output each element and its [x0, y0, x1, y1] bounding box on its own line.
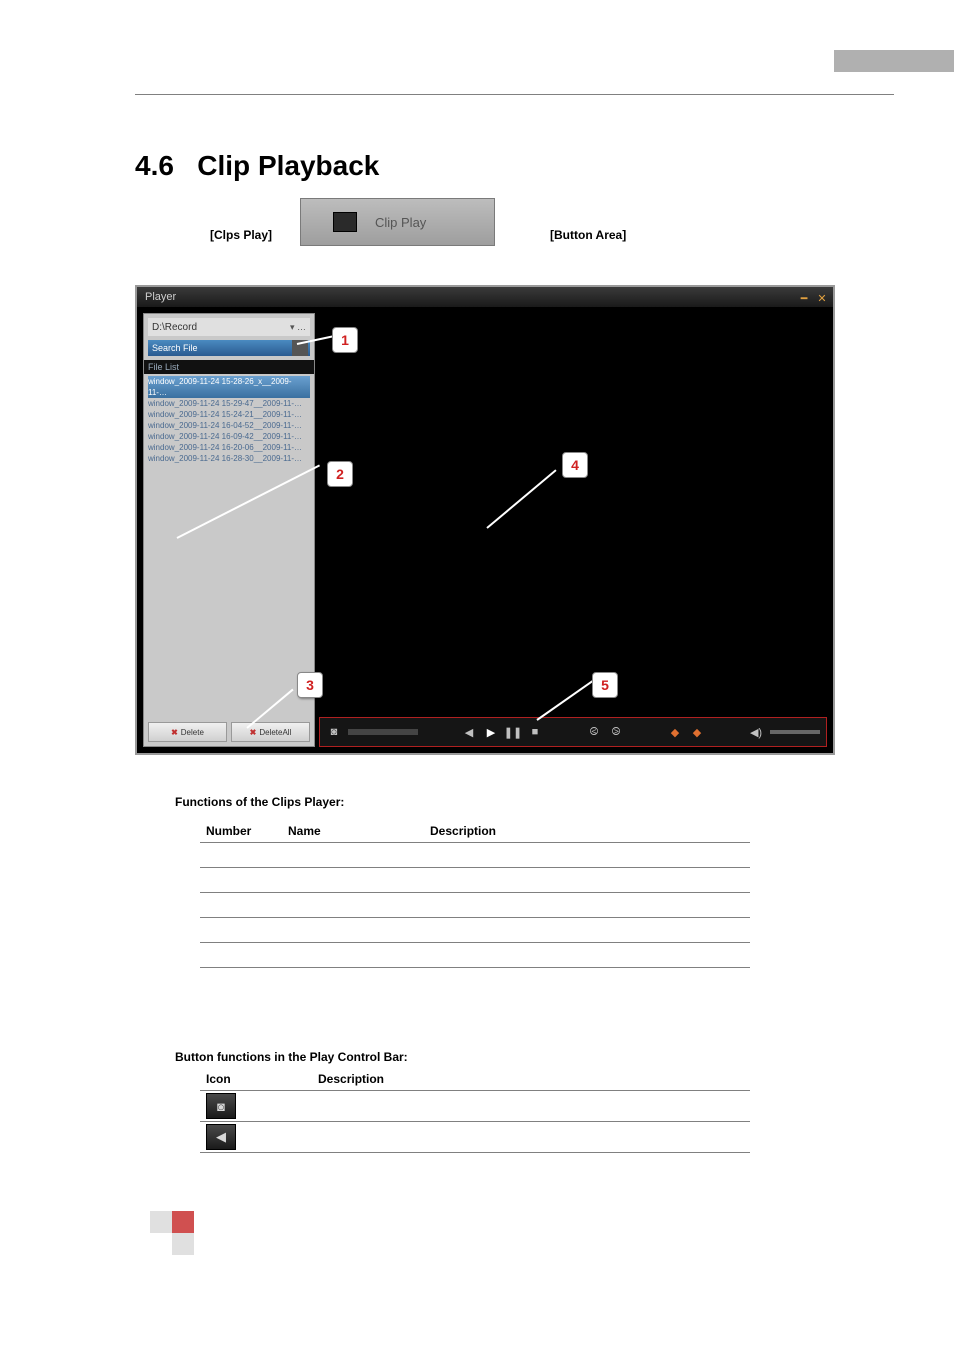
list-item[interactable]: window_2009-11-24 15-24-21__2009-11-… — [148, 409, 310, 420]
button-functions-caption: Button functions in the Play Control Bar… — [175, 1050, 408, 1064]
callout-3: 3 — [297, 672, 323, 698]
player-window: Player ━ ✕ D:\Record ▾ … Search File Fil… — [135, 285, 835, 755]
col-name: Name — [282, 820, 424, 843]
frame-fwd-icon[interactable]: ⧁ — [608, 724, 624, 740]
browse-button[interactable]: ▾ … — [290, 322, 306, 333]
table-row: ◀ Play Reverse. Click again to stop. — [200, 1122, 750, 1153]
progress-bar[interactable] — [348, 729, 418, 735]
sidebar-bottom-buttons: ✖Delete ✖DeleteAll — [148, 722, 310, 742]
clips-play-right-label: [Button Area] — [550, 228, 626, 242]
col-description: Description — [424, 820, 750, 843]
table-row: 4 Preview Display the playing video. — [200, 918, 750, 943]
stop-icon[interactable]: ■ — [527, 724, 543, 740]
table-row: ◙ Snapshot the current screen and save i… — [200, 1091, 750, 1122]
x-icon: ✖ — [250, 728, 257, 737]
footer-squares — [150, 1211, 194, 1255]
list-item[interactable]: window_2009-11-24 15-28-26_x__2009-11-… — [148, 376, 310, 398]
clip-play-button-label: Clip Play — [375, 215, 426, 230]
next-file-icon[interactable]: ◆ — [689, 724, 705, 740]
directory-path-input[interactable]: D:\Record ▾ … — [148, 318, 310, 336]
frame-back-icon[interactable]: ⧀ — [586, 724, 602, 740]
header-color-bar — [834, 50, 954, 72]
clips-play-left-label: [Clps Play] — [210, 228, 272, 242]
col-description: Description — [312, 1068, 750, 1091]
snapshot-icon[interactable]: ◙ — [326, 724, 342, 740]
button-functions-table: Icon Description ◙ Snapshot the current … — [200, 1068, 750, 1153]
play-control-bar: ◙ ◀ ▶ ❚❚ ■ ⧀ ⧁ ◆ ◆ ◀) — [319, 717, 827, 747]
list-item[interactable]: window_2009-11-24 15-29-47__2009-11-… — [148, 398, 310, 409]
directory-path-text: D:\Record — [152, 322, 197, 333]
player-sidebar: D:\Record ▾ … Search File File List wind… — [143, 313, 315, 747]
close-icon[interactable]: ✕ — [815, 289, 829, 303]
table-row: 2 File List Show all the video files in … — [200, 868, 750, 893]
file-list[interactable]: window_2009-11-24 15-28-26_x__2009-11-… … — [144, 374, 314, 464]
header-rule — [135, 94, 894, 95]
callout-4: 4 — [562, 452, 588, 478]
delete-all-button[interactable]: ✖DeleteAll — [231, 722, 310, 742]
col-icon: Icon — [200, 1068, 312, 1091]
player-preview-area — [319, 313, 827, 713]
table-row: 5 Play Control Bar Play control bar. — [200, 943, 750, 968]
functions-table: Number Name Description 1 Directory Path… — [200, 820, 750, 968]
list-item[interactable]: window_2009-11-24 16-28-30__2009-11-… — [148, 453, 310, 464]
play-icon[interactable]: ▶ — [483, 724, 499, 740]
table-row: 1 Directory Path Open the directory wher… — [200, 843, 750, 868]
clips-play-button-row: [Clps Play] Clip Play [Button Area] — [135, 198, 819, 250]
section-number: 4.6 — [135, 150, 174, 181]
prev-file-icon[interactable]: ◆ — [667, 724, 683, 740]
volume-slider[interactable] — [770, 730, 820, 734]
table-row: 3 Delete/Delete All Delete the selected … — [200, 893, 750, 918]
play-reverse-icon: ◀ — [206, 1124, 236, 1150]
clip-play-button[interactable]: Clip Play — [300, 198, 495, 246]
functions-caption: Functions of the Clips Player: — [175, 795, 344, 809]
table-header-row: Icon Description — [200, 1068, 750, 1091]
minimize-icon[interactable]: ━ — [797, 289, 811, 303]
list-item[interactable]: window_2009-11-24 16-04-52__2009-11-… — [148, 420, 310, 431]
callout-5: 5 — [592, 672, 618, 698]
film-icon — [333, 212, 357, 232]
search-file-bar[interactable]: Search File — [148, 340, 310, 356]
snapshot-icon: ◙ — [206, 1093, 236, 1119]
window-buttons: ━ ✕ — [797, 289, 829, 303]
delete-button[interactable]: ✖Delete — [148, 722, 227, 742]
section-heading: Clip Playback — [197, 150, 379, 181]
mute-icon[interactable]: ◀) — [748, 724, 764, 740]
list-item[interactable]: window_2009-11-24 16-20-06__2009-11-… — [148, 442, 310, 453]
x-icon: ✖ — [171, 728, 178, 737]
page: 4.6 Clip Playback [Clps Play] Clip Play … — [0, 0, 954, 1350]
col-number: Number — [200, 820, 282, 843]
callout-2: 2 — [327, 461, 353, 487]
player-body: D:\Record ▾ … Search File File List wind… — [137, 307, 833, 753]
play-reverse-icon[interactable]: ◀ — [461, 724, 477, 740]
table-header-row: Number Name Description — [200, 820, 750, 843]
player-titlebar: Player ━ ✕ — [137, 287, 833, 307]
search-file-label: Search File — [152, 343, 198, 353]
callout-1: 1 — [332, 327, 358, 353]
list-item[interactable]: window_2009-11-24 16-09-42__2009-11-… — [148, 431, 310, 442]
section-title: 4.6 Clip Playback — [135, 150, 379, 182]
player-title: Player — [145, 291, 176, 303]
file-list-header: File List — [144, 360, 314, 374]
pause-icon[interactable]: ❚❚ — [505, 724, 521, 740]
